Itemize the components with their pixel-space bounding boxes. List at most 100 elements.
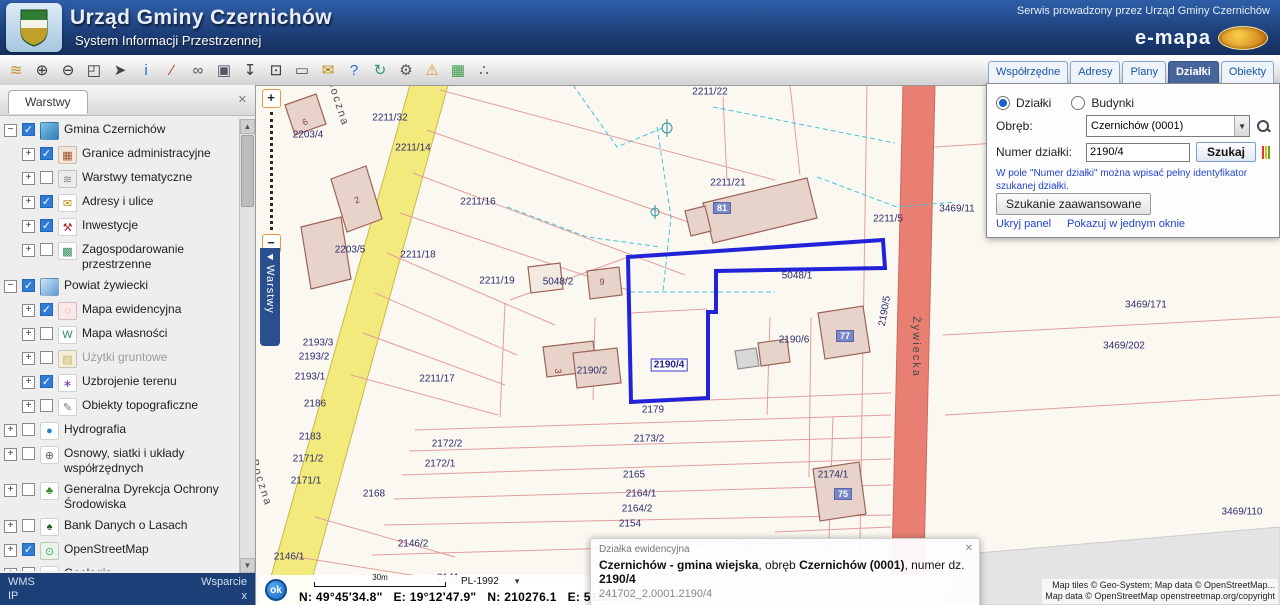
- scroll-down-icon[interactable]: ▼: [240, 558, 255, 573]
- layer-item[interactable]: −✓Powiat żywiecki: [2, 275, 238, 299]
- layer-checkbox[interactable]: [22, 423, 35, 436]
- scroll-up-icon[interactable]: ▲: [240, 119, 255, 134]
- radio-dzialki-label[interactable]: Działki: [1016, 96, 1051, 110]
- wsparcie-link[interactable]: Wsparcie: [201, 576, 247, 588]
- expand-toggle-icon[interactable]: +: [22, 244, 35, 257]
- zoom-out-tool[interactable]: ⊖: [56, 58, 80, 82]
- layer-item[interactable]: +⊕Osnowy, siatki i układy współrzędnych: [2, 443, 238, 479]
- info-tool[interactable]: i: [134, 58, 158, 82]
- layer-item[interactable]: +✓▦Granice administracyjne: [2, 143, 238, 167]
- layers-tool[interactable]: ≋: [4, 58, 28, 82]
- expand-toggle-icon[interactable]: +: [4, 448, 17, 461]
- share-tool[interactable]: ∴: [472, 58, 496, 82]
- expand-toggle-icon[interactable]: +: [4, 568, 17, 571]
- ip-link[interactable]: IP: [8, 590, 18, 602]
- radio-dzialki[interactable]: [996, 96, 1010, 110]
- layer-checkbox[interactable]: [22, 519, 35, 532]
- expand-toggle-icon[interactable]: −: [4, 280, 17, 293]
- layer-checkbox[interactable]: ✓: [40, 147, 53, 160]
- radio-budynki[interactable]: [1071, 96, 1085, 110]
- layer-item[interactable]: +✓✉Adresy i ulice: [2, 191, 238, 215]
- extent-tool[interactable]: ⊡: [264, 58, 288, 82]
- szukaj-button[interactable]: Szukaj: [1196, 142, 1256, 162]
- layer-checkbox[interactable]: [40, 171, 53, 184]
- warning-tool[interactable]: ⚠: [420, 58, 444, 82]
- layer-checkbox[interactable]: ✓: [40, 219, 53, 232]
- tab-warstwy[interactable]: Warstwy: [8, 90, 88, 114]
- zoom-in-tool[interactable]: ⊕: [30, 58, 54, 82]
- hide-panel-link[interactable]: Ukryj panel: [996, 218, 1051, 230]
- layer-checkbox[interactable]: ✓: [22, 123, 35, 136]
- zoom-in-button[interactable]: +: [262, 89, 281, 108]
- expand-toggle-icon[interactable]: +: [4, 544, 17, 557]
- layer-checkbox[interactable]: [40, 351, 53, 364]
- layer-item[interactable]: +≋Warstwy tematyczne: [2, 167, 238, 191]
- expand-toggle-icon[interactable]: −: [4, 124, 17, 137]
- tab-dzialki[interactable]: Działki: [1168, 61, 1219, 83]
- parcel-number-input[interactable]: [1086, 143, 1190, 162]
- single-window-link[interactable]: Pokazuj w jednym oknie: [1067, 218, 1185, 230]
- emapa-logo[interactable]: e-mapa: [1135, 26, 1268, 50]
- scroll-thumb[interactable]: [241, 135, 254, 207]
- layer-checkbox[interactable]: [22, 567, 35, 571]
- dropdown-arrow-icon[interactable]: ▼: [1234, 116, 1249, 136]
- tab-adresy[interactable]: Adresy: [1070, 61, 1120, 83]
- measure-tool[interactable]: ∕: [160, 58, 184, 82]
- chevron-down-icon[interactable]: ▾: [515, 576, 520, 587]
- layer-checkbox[interactable]: [40, 399, 53, 412]
- attribution-line2[interactable]: Map data © OpenStreetMap openstreetmap.o…: [1045, 591, 1275, 603]
- radio-budynki-label[interactable]: Budynki: [1091, 96, 1134, 110]
- expand-toggle-icon[interactable]: +: [22, 172, 35, 185]
- zoom-slider[interactable]: [270, 112, 273, 230]
- expand-toggle-icon[interactable]: +: [22, 400, 35, 413]
- select-area-tool[interactable]: ◰: [82, 58, 106, 82]
- expand-toggle-icon[interactable]: +: [4, 484, 17, 497]
- layer-checkbox[interactable]: [40, 243, 53, 256]
- layer-item[interactable]: −✓Gmina Czernichów: [2, 119, 238, 143]
- layer-checkbox[interactable]: ✓: [22, 279, 35, 292]
- colors-tool[interactable]: ▦: [446, 58, 470, 82]
- sidebar-scrollbar[interactable]: ▲ ▼: [239, 119, 255, 573]
- layer-item[interactable]: +WMapa własności: [2, 323, 238, 347]
- expand-toggle-icon[interactable]: +: [22, 304, 35, 317]
- refresh-tool[interactable]: ↻: [368, 58, 392, 82]
- expand-toggle-icon[interactable]: +: [4, 424, 17, 437]
- palette-icon[interactable]: [1262, 146, 1270, 159]
- layer-checkbox[interactable]: ✓: [22, 543, 35, 556]
- ok-button[interactable]: ok: [265, 579, 287, 601]
- layer-item[interactable]: +✓∗Uzbrojenie terenu: [2, 371, 238, 395]
- tab-wspolrzedne[interactable]: Współrzędne: [988, 61, 1068, 83]
- print-tool[interactable]: ▣: [212, 58, 236, 82]
- expand-toggle-icon[interactable]: +: [22, 352, 35, 365]
- layer-checkbox[interactable]: [22, 483, 35, 496]
- tab-plany[interactable]: Plany: [1122, 61, 1166, 83]
- layer-item[interactable]: +▨Użytki gruntowe: [2, 347, 238, 371]
- layer-checkbox[interactable]: [22, 447, 35, 460]
- layer-item[interactable]: +✓◌Mapa ewidencyjna: [2, 299, 238, 323]
- expand-toggle-icon[interactable]: +: [22, 376, 35, 389]
- advanced-search-button[interactable]: Szukanie zaawansowane: [996, 193, 1151, 215]
- tab-obiekty[interactable]: Obiekty: [1221, 61, 1274, 83]
- expand-toggle-icon[interactable]: +: [22, 220, 35, 233]
- close-icon[interactable]: ✕: [238, 93, 247, 106]
- layer-item[interactable]: +✎Obiekty topograficzne: [2, 395, 238, 419]
- pointer-tool[interactable]: ➤: [108, 58, 132, 82]
- layers-collapse-tab[interactable]: ◀ Warstwy: [260, 248, 280, 346]
- comment-tool[interactable]: ✉: [316, 58, 340, 82]
- layer-item[interactable]: +✓⚒Inwestycje: [2, 215, 238, 239]
- layer-checkbox[interactable]: ✓: [40, 375, 53, 388]
- layer-item[interactable]: +●Hydrografia: [2, 419, 238, 443]
- layer-checkbox[interactable]: ✓: [40, 303, 53, 316]
- expand-toggle-icon[interactable]: +: [4, 520, 17, 533]
- link-tool[interactable]: ∞: [186, 58, 210, 82]
- layer-item[interactable]: +◆Geologia: [2, 563, 238, 571]
- search-icon[interactable]: [1256, 119, 1270, 133]
- layer-item[interactable]: +♠Bank Danych o Lasach: [2, 515, 238, 539]
- crs-label[interactable]: PL-1992: [461, 576, 499, 587]
- layer-checkbox[interactable]: [40, 327, 53, 340]
- copy-view-tool[interactable]: ▭: [290, 58, 314, 82]
- gps-tool[interactable]: ↧: [238, 58, 262, 82]
- footer-close-link[interactable]: x: [242, 590, 248, 602]
- obreb-select[interactable]: Czernichów (0001) ▼: [1086, 115, 1250, 137]
- layer-item[interactable]: +✓⊙OpenStreetMap: [2, 539, 238, 563]
